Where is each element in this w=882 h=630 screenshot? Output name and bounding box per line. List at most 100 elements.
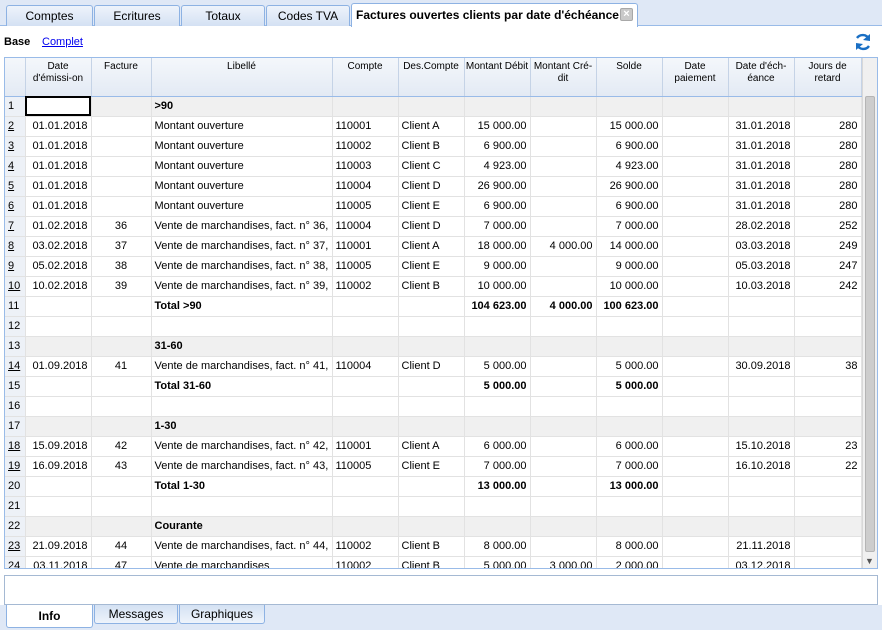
- cell-jours-retard[interactable]: [794, 296, 862, 317]
- cell-libelle[interactable]: Montant ouverture: [151, 116, 333, 137]
- cell-solde[interactable]: 6 000.00: [596, 436, 663, 457]
- cell-montant-credit[interactable]: [530, 96, 597, 117]
- cell-montant-debit[interactable]: 8 000.00: [464, 536, 531, 557]
- cell-date-paiement[interactable]: [662, 96, 729, 117]
- cell-compte[interactable]: 110004: [332, 356, 399, 377]
- cell-facture[interactable]: [91, 516, 152, 537]
- cell-date-emission[interactable]: 01.01.2018: [25, 176, 92, 197]
- cell-montant-debit[interactable]: [464, 396, 531, 417]
- cell-montant-credit[interactable]: [530, 536, 597, 557]
- cell-solde[interactable]: [596, 96, 663, 117]
- cell-libelle[interactable]: Vente de marchandises, fact. n° 44,: [151, 536, 333, 557]
- cell-des-compte[interactable]: Client E: [398, 456, 465, 477]
- table-row[interactable]: 17 1-30: [5, 416, 862, 437]
- cell-date-echeance[interactable]: [728, 96, 795, 117]
- table-row[interactable]: 19 16.09.2018 43 Vente de marchandises, fac…: [5, 456, 862, 477]
- cell-montant-debit[interactable]: 13 000.00: [464, 476, 531, 497]
- view-complet-link[interactable]: Complet: [42, 36, 83, 48]
- cell-montant-credit[interactable]: [530, 256, 597, 277]
- cell-des-compte[interactable]: [398, 96, 465, 117]
- cell-jours-retard[interactable]: [794, 316, 862, 337]
- cell-solde[interactable]: [596, 316, 663, 337]
- cell-date-echeance[interactable]: 03.12.2018: [728, 556, 795, 568]
- cell-jours-retard[interactable]: 252: [794, 216, 862, 237]
- cell-solde[interactable]: [596, 516, 663, 537]
- cell-montant-credit[interactable]: [530, 376, 597, 397]
- cell-date-paiement[interactable]: [662, 476, 729, 497]
- table-row[interactable]: 22 Courante: [5, 516, 862, 537]
- table-row[interactable]: 23 21.09.2018 44 Vente de marchandises, fac…: [5, 536, 862, 557]
- cell-jours-retard[interactable]: [794, 536, 862, 557]
- tab-ecritures[interactable]: Ecritures: [94, 5, 180, 26]
- cell-libelle[interactable]: Montant ouverture: [151, 176, 333, 197]
- cell-libelle[interactable]: Vente de marchandises, fact. n° 43,: [151, 456, 333, 477]
- cell-libelle[interactable]: Total 31-60: [151, 376, 333, 397]
- cell-jours-retard[interactable]: 280: [794, 156, 862, 177]
- cell-solde[interactable]: 15 000.00: [596, 116, 663, 137]
- cell-date-paiement[interactable]: [662, 496, 729, 517]
- cell-libelle[interactable]: Vente de marchandises, fact. n° 38,: [151, 256, 333, 277]
- cell-montant-debit[interactable]: 26 900.00: [464, 176, 531, 197]
- cell-montant-debit[interactable]: 6 000.00: [464, 436, 531, 457]
- cell-compte[interactable]: [332, 336, 399, 357]
- cell-jours-retard[interactable]: 23: [794, 436, 862, 457]
- cell-compte[interactable]: 110004: [332, 216, 399, 237]
- row-number[interactable]: 17: [5, 416, 26, 437]
- cell-date-echeance[interactable]: 05.03.2018: [728, 256, 795, 277]
- col-header-libelle[interactable]: Libellé: [151, 58, 333, 97]
- cell-montant-credit[interactable]: [530, 196, 597, 217]
- cell-date-paiement[interactable]: [662, 556, 729, 568]
- cell-des-compte[interactable]: [398, 516, 465, 537]
- cell-montant-debit[interactable]: 6 900.00: [464, 196, 531, 217]
- cell-libelle[interactable]: Total >90: [151, 296, 333, 317]
- cell-date-echeance[interactable]: 31.01.2018: [728, 176, 795, 197]
- cell-montant-credit[interactable]: [530, 156, 597, 177]
- cell-date-paiement[interactable]: [662, 456, 729, 477]
- cell-libelle[interactable]: Montant ouverture: [151, 156, 333, 177]
- cell-des-compte[interactable]: Client E: [398, 196, 465, 217]
- cell-date-paiement[interactable]: [662, 276, 729, 297]
- cell-montant-debit[interactable]: [464, 96, 531, 117]
- cell-compte[interactable]: 110004: [332, 176, 399, 197]
- cell-compte[interactable]: [332, 96, 399, 117]
- cell-date-emission[interactable]: [25, 396, 92, 417]
- cell-facture[interactable]: 37: [91, 236, 152, 257]
- cell-facture[interactable]: [91, 296, 152, 317]
- cell-date-paiement[interactable]: [662, 316, 729, 337]
- cell-date-paiement[interactable]: [662, 356, 729, 377]
- table-row[interactable]: 18 15.09.2018 42 Vente de marchandises, fac…: [5, 436, 862, 457]
- col-header-date-echeance[interactable]: Date d'éch-éance: [728, 58, 795, 97]
- cell-facture[interactable]: [91, 176, 152, 197]
- row-number[interactable]: 20: [5, 476, 26, 497]
- cell-facture[interactable]: 47: [91, 556, 152, 568]
- scrollbar-thumb[interactable]: [865, 96, 875, 552]
- cell-date-emission[interactable]: [25, 296, 92, 317]
- table-row[interactable]: 8 03.02.2018 37 Vente de marchandises, fact…: [5, 236, 862, 257]
- cell-des-compte[interactable]: Client A: [398, 116, 465, 137]
- cell-compte[interactable]: 110001: [332, 436, 399, 457]
- cell-jours-retard[interactable]: [794, 376, 862, 397]
- row-number[interactable]: 23: [5, 536, 26, 557]
- cell-date-paiement[interactable]: [662, 396, 729, 417]
- cell-date-paiement[interactable]: [662, 196, 729, 217]
- table-row[interactable]: 5 01.01.2018 Montant ouverture 110004 Client…: [5, 176, 862, 197]
- row-number[interactable]: 21: [5, 496, 26, 517]
- table-row[interactable]: 11 Total >90 104 623.00 4 000.00 100 623.00: [5, 296, 862, 317]
- cell-facture[interactable]: [91, 116, 152, 137]
- cell-facture[interactable]: 36: [91, 216, 152, 237]
- row-number[interactable]: 4: [5, 156, 26, 177]
- cell-date-emission[interactable]: 03.11.2018: [25, 556, 92, 568]
- cell-date-emission[interactable]: [25, 96, 92, 117]
- cell-montant-debit[interactable]: [464, 496, 531, 517]
- cell-date-echeance[interactable]: 15.10.2018: [728, 436, 795, 457]
- cell-des-compte[interactable]: Client B: [398, 556, 465, 568]
- cell-solde[interactable]: 7 000.00: [596, 216, 663, 237]
- cell-montant-debit[interactable]: 9 000.00: [464, 256, 531, 277]
- cell-libelle[interactable]: Vente de marchandises, fact. n° 36,: [151, 216, 333, 237]
- cell-date-echeance[interactable]: 31.01.2018: [728, 136, 795, 157]
- row-number[interactable]: 3: [5, 136, 26, 157]
- cell-date-echeance[interactable]: 30.09.2018: [728, 356, 795, 377]
- cell-montant-credit[interactable]: [530, 136, 597, 157]
- table-row[interactable]: 3 01.01.2018 Montant ouverture 110002 Client…: [5, 136, 862, 157]
- cell-compte[interactable]: 110002: [332, 136, 399, 157]
